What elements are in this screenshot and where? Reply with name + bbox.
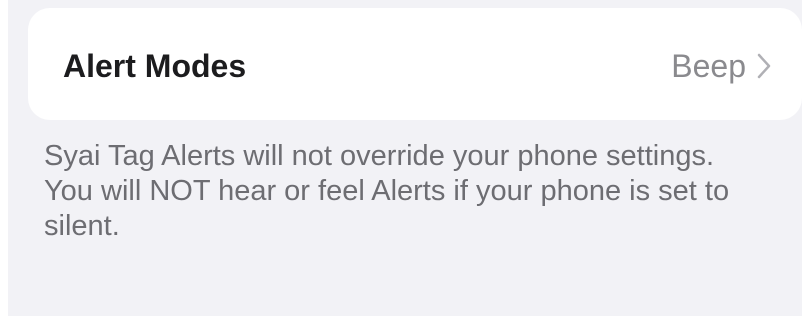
footnote-line-silent: You will NOT hear or feel Alerts if your… (44, 175, 730, 242)
alert-modes-value-group[interactable]: Beep (671, 46, 772, 86)
footnote-line-override: Syai Tag Alerts will not override your p… (44, 140, 715, 172)
chevron-right-icon (757, 53, 771, 79)
alert-modes-row[interactable]: Alert Modes Beep (28, 8, 802, 120)
alert-modes-footnote: Syai Tag Alerts will not override your p… (44, 139, 800, 244)
alert-modes-title: Alert Modes (63, 48, 247, 84)
alert-modes-value: Beep (671, 48, 746, 84)
